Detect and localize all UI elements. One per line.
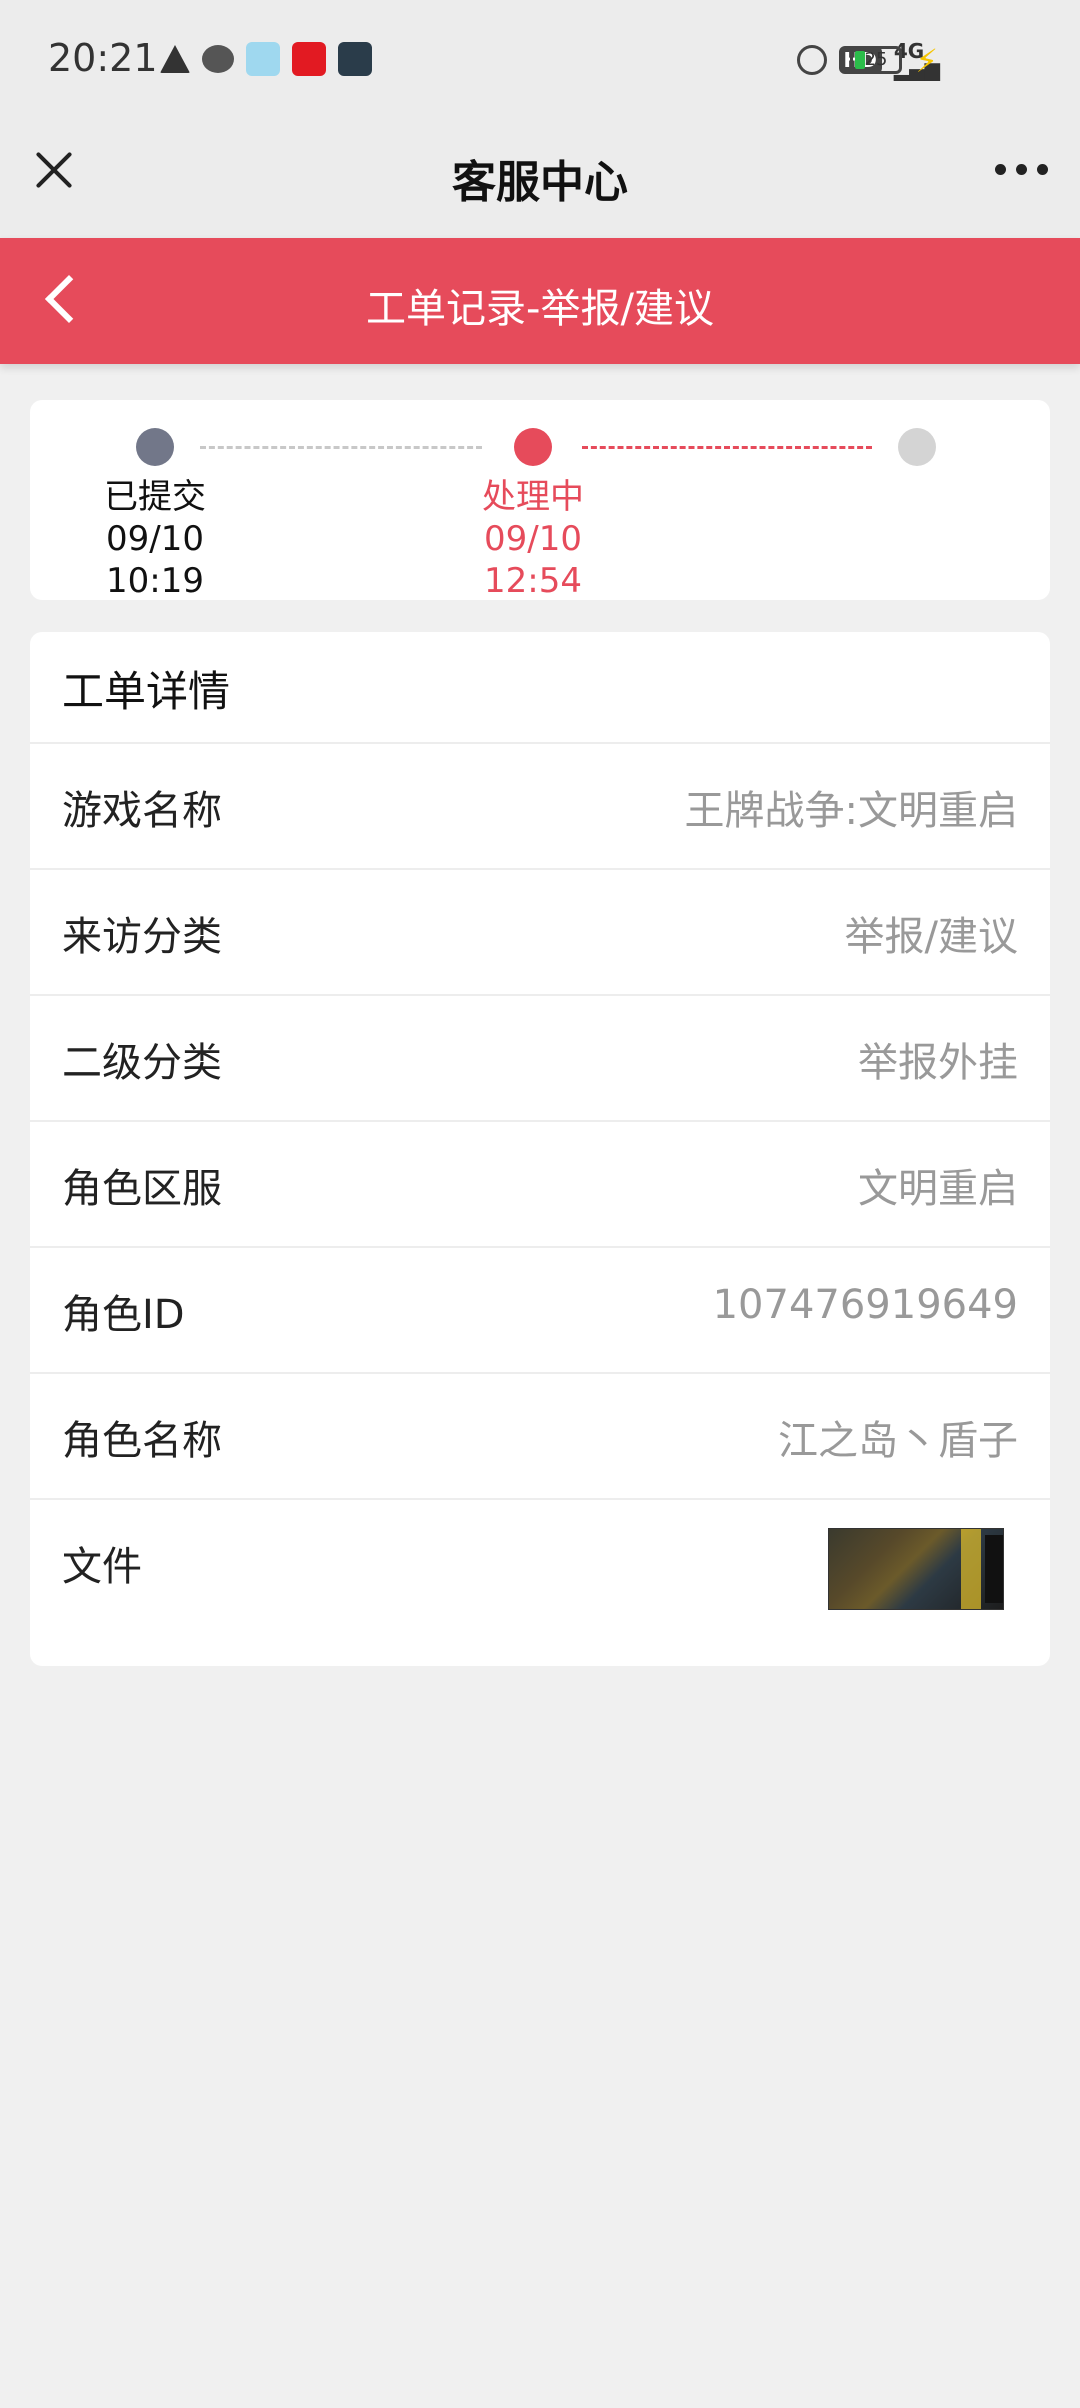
row-value: 文明重启: [858, 1166, 1018, 1212]
row-label: 文件: [62, 1544, 142, 1590]
top-nav: 客服中心: [0, 120, 1080, 238]
page-title: 客服中心: [452, 157, 628, 208]
detail-row-category: 来访分类 举报/建议: [30, 868, 1050, 996]
header-title: 工单记录-举报/建议: [366, 286, 714, 332]
detail-row-file: 文件: [30, 1498, 1050, 1626]
detail-row-game: 游戏名称 王牌战争:文明重启: [30, 742, 1050, 870]
detail-row-subcategory: 二级分类 举报外挂: [30, 994, 1050, 1122]
step-dot-pending: [898, 428, 936, 466]
step-dot-submitted: [136, 428, 174, 466]
section-header: 工单记录-举报/建议: [0, 238, 1080, 364]
detail-row-role-id: 角色ID 107476919649: [30, 1246, 1050, 1374]
step-label: 处理中: [482, 477, 584, 517]
news-app-icon: [338, 42, 372, 76]
status-bar: 20:21 HD 4G ▂▄▆ 25 ⚡: [0, 0, 1080, 120]
step-processing: 处理中 09/10 12:54: [438, 476, 628, 602]
step-label: 已提交: [104, 477, 206, 517]
detail-row-role-name: 角色名称 江之岛丶盾子: [30, 1372, 1050, 1500]
detail-row-server: 角色区服 文明重启: [30, 1120, 1050, 1248]
battery-level: 25: [864, 49, 888, 70]
progress-line-active: [582, 446, 872, 449]
row-value: 举报/建议: [844, 914, 1018, 960]
row-label: 来访分类: [62, 914, 222, 960]
warning-icon: [160, 45, 190, 73]
step-submitted: 已提交 09/10 10:19: [60, 476, 250, 602]
row-label: 角色名称: [62, 1418, 222, 1464]
row-label: 二级分类: [62, 1040, 222, 1086]
row-value: 王牌战争:文明重启: [684, 788, 1018, 834]
row-label: 角色ID: [62, 1292, 185, 1338]
battery-icon: 25: [850, 46, 902, 74]
file-thumbnail[interactable]: [828, 1528, 1004, 1610]
row-label: 游戏名称: [62, 788, 222, 834]
step-time: 09/10 10:19: [106, 519, 204, 601]
alarm-icon: [796, 45, 827, 75]
details-title: 工单详情: [62, 667, 231, 716]
step-dot-processing: [514, 428, 552, 466]
status-time: 20:21: [48, 36, 158, 80]
more-icon[interactable]: [995, 164, 1048, 175]
details-card: 工单详情 游戏名称 王牌战争:文明重启 来访分类 举报/建议 二级分类 举报外挂…: [30, 632, 1050, 1666]
step-time: 09/10 12:54: [484, 519, 582, 601]
row-value: 江之岛丶盾子: [778, 1418, 1018, 1464]
mail-app-icon: [292, 42, 326, 76]
notification-icons: [160, 42, 372, 76]
charging-icon: ⚡: [915, 42, 938, 80]
progress-card: 已提交 09/10 10:19 处理中 09/10 12:54: [30, 400, 1050, 602]
progress-line-done: [200, 446, 482, 449]
app-icon: [246, 42, 280, 76]
row-label: 角色区服: [62, 1166, 222, 1212]
chat-icon: [202, 45, 234, 73]
row-value: 107476919649: [712, 1282, 1018, 1328]
row-value: 举报外挂: [858, 1040, 1018, 1086]
